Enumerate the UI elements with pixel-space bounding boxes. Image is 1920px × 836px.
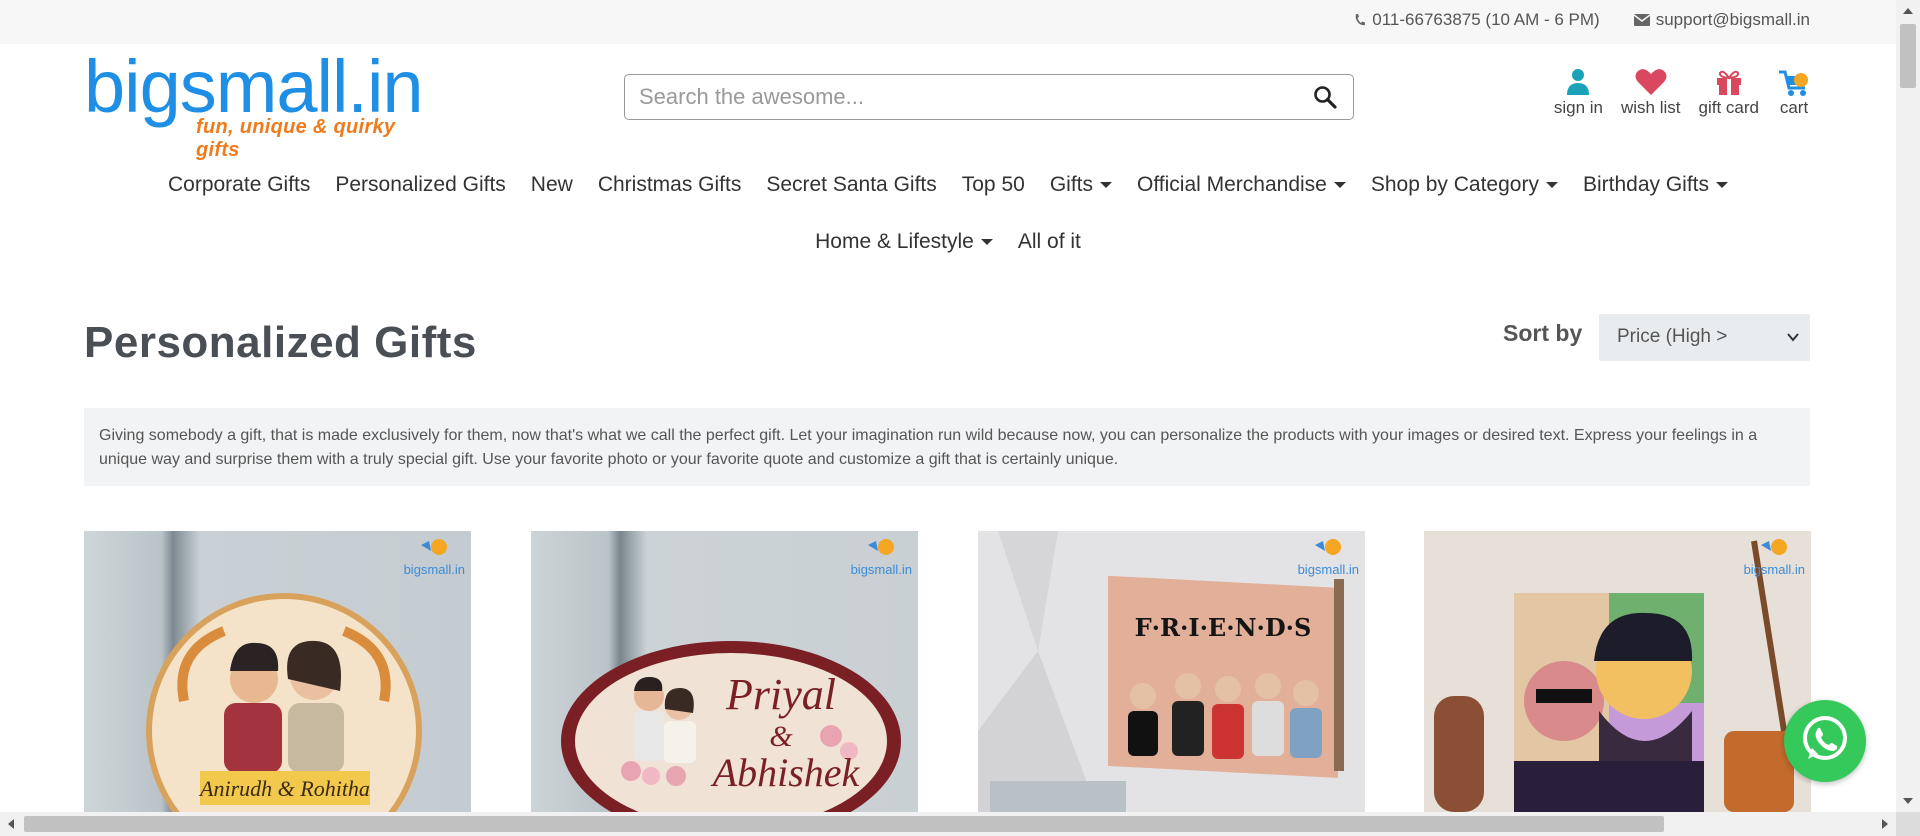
scrollbar-corner xyxy=(1896,812,1920,836)
caret-down-icon xyxy=(1333,181,1346,188)
nav-row-secondary: Home & Lifestyle All of it xyxy=(0,213,1896,270)
envelope-icon xyxy=(1633,14,1650,26)
header-user-actions: sign in wish list gift card cart xyxy=(1554,66,1811,118)
scroll-right-arrow-icon[interactable] xyxy=(1882,819,1888,829)
main-navigation: Corporate Gifts Personalized Gifts New C… xyxy=(0,156,1896,270)
cart-icon xyxy=(1777,66,1811,98)
nav-item-all-of-it[interactable]: All of it xyxy=(1018,230,1081,254)
page-viewport: 011-66763875 (10 AM - 6 PM) support@bigs… xyxy=(0,0,1896,812)
scroll-up-arrow-icon[interactable] xyxy=(1903,8,1913,14)
caret-down-icon xyxy=(980,238,993,245)
sort-by-label: Sort by xyxy=(1503,320,1583,346)
nav-item-top-50[interactable]: Top 50 xyxy=(962,173,1025,197)
product-card[interactable]: bigsmall.in xyxy=(1424,531,1811,812)
product-image-text: & xyxy=(769,720,793,753)
bigsmall-watermark-logo: bigsmall.in xyxy=(1298,537,1359,577)
sign-in-link[interactable]: sign in xyxy=(1554,66,1603,118)
product-card[interactable]: F·R·I·E·N·D·S bigsmall.in xyxy=(978,531,1365,812)
cart-label: cart xyxy=(1779,98,1809,117)
product-card[interactable]: Anirudh & Rohitha bigsmall.in xyxy=(84,531,471,812)
category-description: Giving somebody a gift, that is made exc… xyxy=(84,408,1810,486)
cart-link[interactable]: cart xyxy=(1777,66,1811,118)
vertical-scroll-thumb[interactable] xyxy=(1900,24,1916,88)
bigsmall-watermark-logo: bigsmall.in xyxy=(851,537,912,577)
sign-in-label: sign in xyxy=(1553,98,1603,117)
nav-item-home-lifestyle[interactable]: Home & Lifestyle xyxy=(815,230,993,254)
product-image-text: F·R·I·E·N·D·S xyxy=(1135,613,1312,642)
bigsmall-watermark-logo: bigsmall.in xyxy=(1744,537,1805,577)
nav-item-new[interactable]: New xyxy=(531,173,573,197)
horizontal-scroll-thumb[interactable] xyxy=(24,816,1664,832)
product-image-text: Anirudh & Rohitha xyxy=(198,776,370,801)
caret-down-icon xyxy=(1716,181,1729,188)
nav-item-shop-by-category[interactable]: Shop by Category xyxy=(1371,173,1558,197)
product-image-text: Abhishek xyxy=(710,750,861,795)
nav-item-official-merchandise[interactable]: Official Merchandise xyxy=(1137,173,1346,197)
gift-card-label: gift card xyxy=(1698,98,1759,117)
whatsapp-chat-button[interactable] xyxy=(1784,700,1866,782)
site-logo[interactable]: bigsmall.in fun, unique & quirky gifts xyxy=(84,45,444,162)
vertical-scrollbar[interactable] xyxy=(1896,0,1920,812)
search-box xyxy=(624,74,1354,120)
phone-icon xyxy=(1354,13,1366,27)
heart-icon xyxy=(1635,66,1667,98)
caret-down-icon xyxy=(1099,181,1112,188)
search-icon[interactable] xyxy=(1313,85,1337,114)
top-contact-bar: 011-66763875 (10 AM - 6 PM) support@bigs… xyxy=(0,0,1896,44)
email-contact[interactable]: support@bigsmall.in xyxy=(1633,10,1810,30)
scroll-left-arrow-icon[interactable] xyxy=(8,819,14,829)
horizontal-scrollbar[interactable] xyxy=(0,812,1896,836)
wish-list-link[interactable]: wish list xyxy=(1621,66,1681,118)
bigsmall-watermark-logo: bigsmall.in xyxy=(404,537,465,577)
email-address: support@bigsmall.in xyxy=(1655,10,1810,29)
nav-item-gifts[interactable]: Gifts xyxy=(1050,173,1112,197)
phone-number: 011-66763875 (10 AM - 6 PM) xyxy=(1372,10,1600,29)
wish-list-label: wish list xyxy=(1621,98,1681,117)
phone-contact[interactable]: 011-66763875 (10 AM - 6 PM) xyxy=(1354,10,1600,30)
sort-select[interactable]: Price (High > xyxy=(1599,314,1810,361)
logo-brand-text: bigsmall.in xyxy=(84,45,424,128)
sort-selected-value: Price (High > xyxy=(1617,326,1728,347)
nav-item-secret-santa-gifts[interactable]: Secret Santa Gifts xyxy=(766,173,936,197)
product-image-text: Priyal xyxy=(725,670,836,719)
nav-item-birthday-gifts[interactable]: Birthday Gifts xyxy=(1583,173,1729,197)
chevron-down-icon xyxy=(1786,328,1800,350)
search-input[interactable] xyxy=(639,82,1279,112)
nav-item-corporate-gifts[interactable]: Corporate Gifts xyxy=(168,173,310,197)
gift-icon xyxy=(1715,66,1743,98)
scroll-down-arrow-icon[interactable] xyxy=(1903,798,1913,804)
product-card[interactable]: Priyal & Abhishek bigsmall.in xyxy=(531,531,918,812)
nav-item-christmas-gifts[interactable]: Christmas Gifts xyxy=(598,173,742,197)
whatsapp-icon xyxy=(1798,712,1852,771)
gift-card-link[interactable]: gift card xyxy=(1699,66,1759,118)
nav-row-primary: Corporate Gifts Personalized Gifts New C… xyxy=(0,156,1896,213)
nav-item-personalized-gifts[interactable]: Personalized Gifts xyxy=(335,173,505,197)
page-title: Personalized Gifts xyxy=(84,318,477,367)
user-icon xyxy=(1566,66,1590,98)
contact-info: 011-66763875 (10 AM - 6 PM) support@bigs… xyxy=(1354,10,1810,30)
caret-down-icon xyxy=(1545,181,1558,188)
